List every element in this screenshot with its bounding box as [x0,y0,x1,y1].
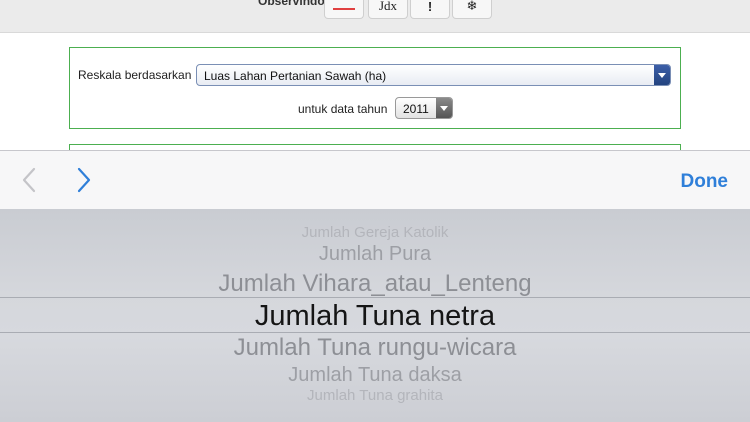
picker-item[interactable]: Jumlah Gereja Katolik [0,224,750,241]
picker-item[interactable]: Jumlah Tuna daksa [0,364,750,387]
previous-button[interactable] [14,165,44,195]
done-button[interactable]: Done [681,171,729,193]
red-line-button[interactable] [324,0,364,19]
year-select[interactable]: 2011 [395,97,453,119]
chevron-right-icon [77,167,91,193]
toolbar-label: Observindo: [258,0,329,8]
picker-item[interactable]: Jumlah Pura [0,243,750,266]
rescale-select[interactable]: Luas Lahan Pertanian Sawah (ha) [196,64,671,86]
keyboard-accessory-bar: Done [0,150,750,210]
picker-item[interactable]: Jumlah Vihara_atau_Lenteng [0,270,750,298]
info-icon: ! [427,0,433,14]
chevron-down-icon [436,98,452,118]
next-button[interactable] [69,165,99,195]
rescale-panel: Reskala berdasarkan Luas Lahan Pertanian… [69,47,681,129]
year-select-value: 2011 [403,102,429,116]
web-content: Reskala berdasarkan Luas Lahan Pertanian… [0,33,750,155]
info-button[interactable]: ! [410,0,450,19]
jdx-icon: Jdx [378,0,398,13]
snowflake-icon: ❄ [466,0,478,13]
web-toolbar: Observindo: Jdx ! ❄ [0,0,750,33]
red-line-icon [333,8,355,10]
jdx-button[interactable]: Jdx [368,0,408,19]
rescale-select-value: Luas Lahan Pertanian Sawah (ha) [204,69,387,83]
picker-item[interactable]: Jumlah Tuna grahita [0,387,750,404]
picker-item-selected[interactable]: Jumlah Tuna netra [0,300,750,333]
picker-wheel[interactable]: Jumlah Gereja Katolik Jumlah Pura Jumlah… [0,209,750,422]
picker-item[interactable]: Jumlah Tuna rungu-wicara [0,334,750,362]
chevron-left-icon [22,167,36,193]
rescale-label: Reskala berdasarkan [78,68,192,82]
snowflake-button[interactable]: ❄ [452,0,492,19]
chevron-down-icon [654,65,670,85]
year-label: untuk data tahun [298,102,388,116]
